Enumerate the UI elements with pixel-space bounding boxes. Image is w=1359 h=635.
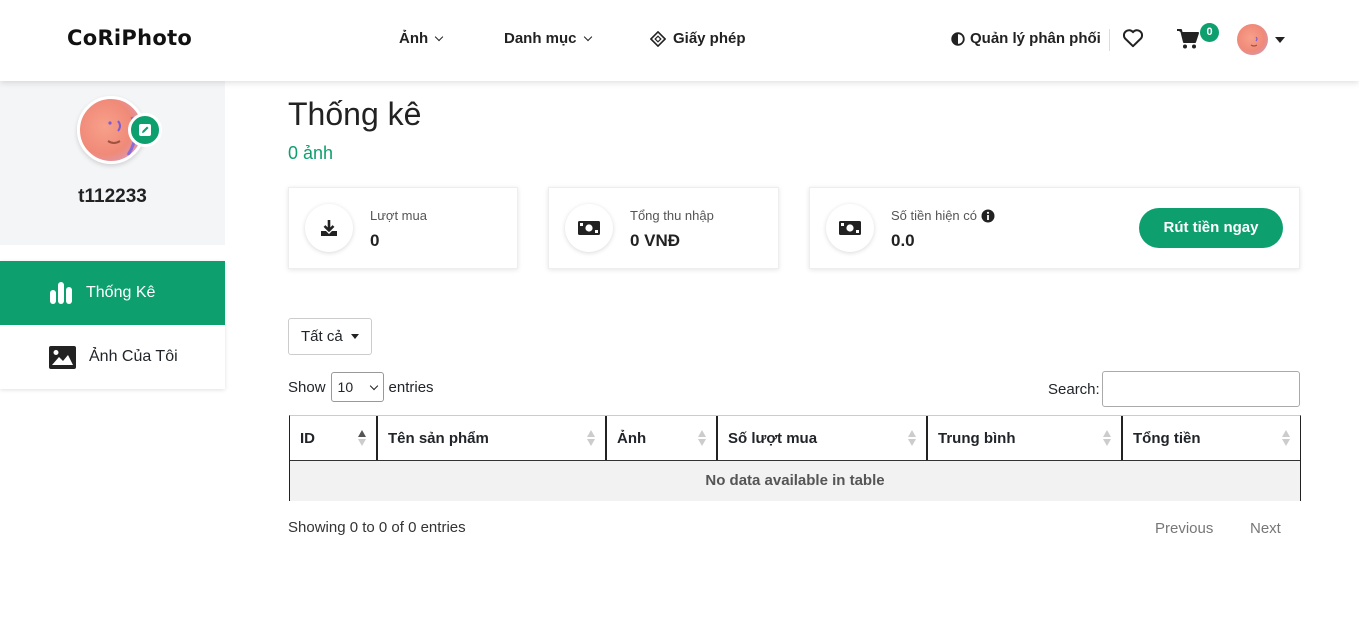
card-label: Số tiền hiện có: [891, 208, 978, 223]
nav-anh[interactable]: Ảnh: [399, 30, 444, 47]
chevron-down-icon: [583, 32, 592, 42]
table-search: Search:: [1048, 371, 1300, 407]
sidebar-item-thong-ke[interactable]: Thống Kê: [0, 261, 225, 325]
money-icon-wrap: [826, 204, 874, 252]
card-value: 0.0: [891, 231, 915, 250]
sidebar-item-label: Thống Kê: [86, 284, 156, 301]
sort-icon: [1282, 430, 1290, 446]
stat-card-balance: Số tiền hiện có 0.0 Rút tiền ngay: [809, 187, 1300, 269]
table-header: ID Tên sản phẩm Ảnh Số lượt mua Trung bì…: [290, 416, 1300, 461]
bar-chart-icon: [50, 282, 72, 304]
chevron-down-icon: [369, 381, 378, 390]
money-icon: [839, 221, 861, 235]
column-header-id[interactable]: ID: [290, 416, 378, 460]
card-label-wrap: Số tiền hiện có: [891, 208, 995, 223]
caret-down-icon: [350, 334, 359, 339]
sort-icon: [1103, 430, 1111, 446]
divider: [1109, 29, 1110, 51]
search-label: Search:: [1048, 380, 1100, 398]
nav-giay-phep[interactable]: Giấy phép: [650, 30, 746, 47]
card-label: Tổng thu nhập: [630, 208, 714, 223]
sort-icon: [358, 430, 366, 446]
sort-icon: [698, 430, 706, 446]
page-size-control: Show 10 entries: [288, 372, 434, 402]
cart-count-badge: 0: [1200, 23, 1219, 42]
column-header-total[interactable]: Tổng tiền: [1123, 416, 1300, 460]
download-icon: [321, 220, 337, 236]
stat-card-income: Tổng thu nhập 0 VNĐ: [548, 187, 779, 269]
page-size-select[interactable]: 10: [330, 372, 384, 402]
nav-anh-label: Ảnh: [399, 30, 429, 47]
pencil-square-icon: [139, 124, 151, 136]
column-label: Tên sản phẩm: [388, 429, 489, 447]
filter-dropdown[interactable]: Tất cả: [288, 318, 372, 355]
sort-icon: [908, 430, 916, 446]
avatar-face-icon: [1250, 36, 1258, 47]
top-navbar: CoRiPhoto Ảnh Danh mục Giấy phép Quản lý…: [0, 0, 1359, 81]
chevron-down-icon: [434, 32, 444, 42]
empty-table-message: No data available in table: [290, 461, 1300, 501]
caret-down-icon[interactable]: [1275, 37, 1285, 43]
card-label: Lượt mua: [370, 208, 427, 223]
card-value: 0: [370, 231, 380, 250]
half-circle-icon: [951, 31, 965, 46]
column-label: ID: [300, 429, 315, 447]
sidebar-item-anh-cua-toi[interactable]: Ảnh Của Tôi: [0, 325, 225, 389]
sort-icon: [587, 430, 595, 446]
next-button[interactable]: Next: [1250, 520, 1281, 537]
money-icon-wrap: [565, 204, 613, 252]
page-title: Thống kê: [288, 96, 422, 132]
column-label: Ảnh: [617, 429, 647, 447]
sidebar-menu: Thống Kê Ảnh Của Tôi: [0, 261, 225, 389]
money-icon: [578, 221, 600, 235]
distribution-link[interactable]: Quản lý phân phối: [951, 30, 1101, 47]
info-icon[interactable]: [981, 209, 995, 223]
image-icon: [49, 345, 76, 369]
page-size-value: 10: [337, 379, 354, 395]
column-label: Trung bình: [938, 429, 1016, 447]
username: t112233: [78, 186, 147, 207]
sidebar-item-label: Ảnh Của Tôi: [89, 348, 178, 365]
filter-label: Tất cả: [301, 328, 343, 345]
column-label: Số lượt mua: [728, 429, 818, 447]
column-header-product[interactable]: Tên sản phẩm: [378, 416, 607, 460]
logo[interactable]: CoRiPhoto: [67, 26, 192, 50]
table-info: Showing 0 to 0 of 0 entries: [288, 519, 466, 536]
column-header-average[interactable]: Trung bình: [928, 416, 1123, 460]
nav-danh-muc[interactable]: Danh mục: [504, 30, 592, 47]
avatar[interactable]: [1237, 24, 1268, 55]
previous-button[interactable]: Previous: [1155, 520, 1213, 537]
heart-icon[interactable]: [1122, 28, 1144, 48]
search-input[interactable]: [1101, 371, 1300, 407]
entries-label: entries: [388, 378, 434, 396]
nav-giay-phep-label: Giấy phép: [673, 30, 746, 47]
download-icon-wrap: [305, 204, 353, 252]
column-label: Tổng tiền: [1133, 429, 1201, 447]
card-value: 0 VNĐ: [630, 231, 681, 250]
diamond-icon: [650, 30, 666, 47]
cart-icon[interactable]: [1176, 28, 1200, 50]
photo-count: 0 ảnh: [288, 143, 334, 163]
edit-avatar-button[interactable]: [128, 113, 162, 147]
column-header-purchases[interactable]: Số lượt mua: [718, 416, 928, 460]
distribution-label: Quản lý phân phối: [970, 30, 1101, 47]
show-label: Show: [288, 378, 326, 396]
stat-card-purchases: Lượt mua 0: [288, 187, 518, 269]
nav-danh-muc-label: Danh mục: [504, 30, 577, 47]
column-header-image[interactable]: Ảnh: [607, 416, 718, 460]
withdraw-button[interactable]: Rút tiền ngay: [1139, 208, 1283, 248]
stats-table: ID Tên sản phẩm Ảnh Số lượt mua Trung bì…: [289, 415, 1301, 501]
